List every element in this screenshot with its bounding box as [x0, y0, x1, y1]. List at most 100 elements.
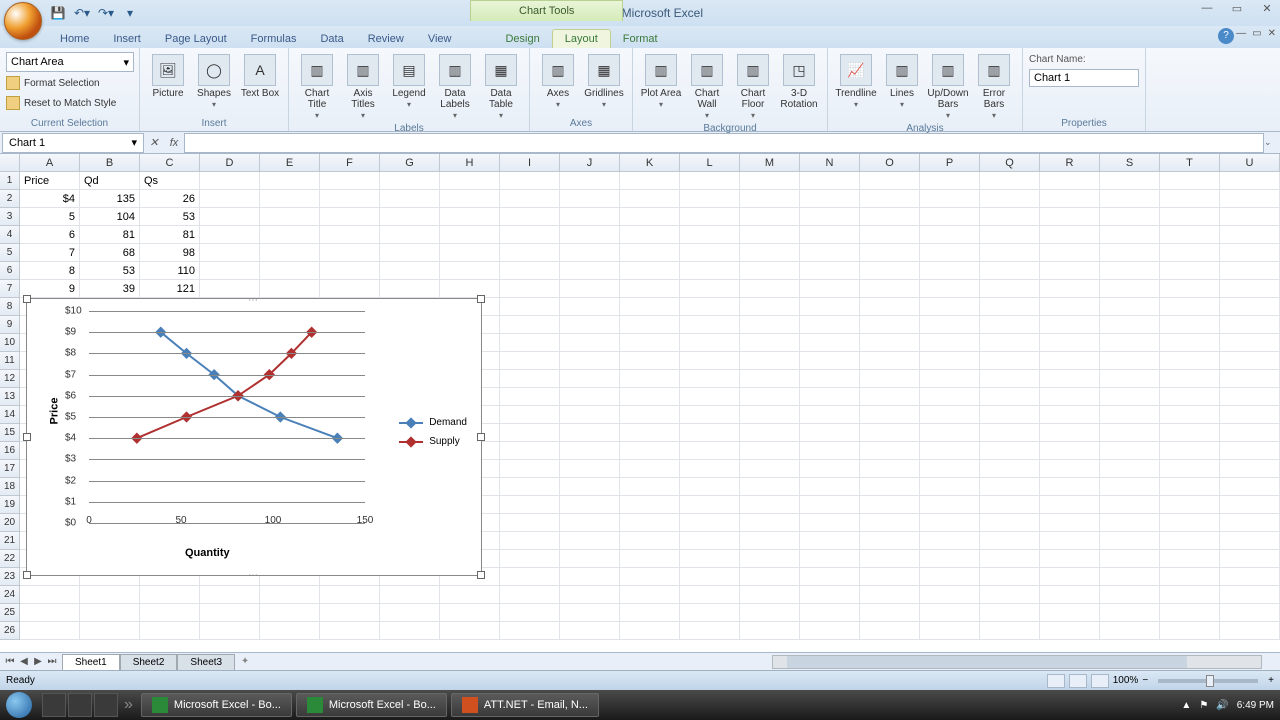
cell[interactable] [800, 424, 860, 442]
cell[interactable] [980, 496, 1040, 514]
column-header[interactable]: E [260, 154, 320, 171]
cell[interactable] [1100, 280, 1160, 298]
cell[interactable] [1100, 226, 1160, 244]
cell[interactable] [980, 604, 1040, 622]
sheet-nav-last-icon[interactable]: ⏭ [46, 656, 58, 667]
cell[interactable] [620, 370, 680, 388]
redo-icon[interactable]: ↷▾ [96, 4, 116, 22]
taskbar-item-excel[interactable]: Microsoft Excel - Bo... [296, 693, 447, 717]
cell[interactable] [680, 442, 740, 460]
cell[interactable] [920, 208, 980, 226]
cell[interactable] [260, 586, 320, 604]
cell[interactable] [1160, 532, 1220, 550]
cell[interactable] [980, 244, 1040, 262]
cell[interactable]: 6 [20, 226, 80, 244]
tray-icon[interactable]: ▲ [1181, 700, 1191, 711]
tab-home[interactable]: Home [48, 30, 101, 48]
cell[interactable] [620, 622, 680, 640]
cell[interactable] [740, 514, 800, 532]
cell[interactable] [800, 172, 860, 190]
cell[interactable] [1100, 334, 1160, 352]
worksheet-grid[interactable]: ABCDEFGHIJKLMNOPQRSTU 123456789101112131… [0, 154, 1280, 652]
cell[interactable] [1100, 424, 1160, 442]
cell[interactable] [500, 496, 560, 514]
cell[interactable] [620, 226, 680, 244]
cell[interactable] [740, 352, 800, 370]
column-header[interactable]: Q [980, 154, 1040, 171]
cell[interactable] [380, 226, 440, 244]
cell[interactable] [740, 478, 800, 496]
zoom-level[interactable]: 100% [1113, 675, 1139, 686]
updown-bars-button[interactable]: ▥Up/Down Bars [926, 50, 970, 121]
cell[interactable] [860, 532, 920, 550]
zoom-in-button[interactable]: + [1268, 675, 1274, 686]
column-header[interactable]: T [1160, 154, 1220, 171]
cell[interactable] [500, 442, 560, 460]
cell[interactable] [620, 424, 680, 442]
cell[interactable] [1040, 226, 1100, 244]
cell[interactable] [1220, 586, 1280, 604]
cell[interactable] [560, 316, 620, 334]
cell[interactable] [1220, 406, 1280, 424]
cell[interactable] [980, 262, 1040, 280]
cell[interactable]: 110 [140, 262, 200, 280]
cell[interactable] [1160, 496, 1220, 514]
cell[interactable] [1160, 262, 1220, 280]
cell[interactable] [860, 388, 920, 406]
cell[interactable] [560, 388, 620, 406]
chart-name-input[interactable] [1029, 69, 1139, 87]
row-header[interactable]: 22 [0, 550, 20, 568]
cell[interactable] [920, 424, 980, 442]
cell[interactable] [860, 190, 920, 208]
cell[interactable] [440, 280, 500, 298]
cell[interactable]: 68 [80, 244, 140, 262]
cell[interactable] [860, 568, 920, 586]
cell[interactable] [980, 550, 1040, 568]
cell[interactable] [1040, 352, 1100, 370]
cell[interactable] [920, 190, 980, 208]
cell[interactable] [560, 532, 620, 550]
cell[interactable] [260, 622, 320, 640]
cell[interactable] [500, 352, 560, 370]
cell[interactable] [800, 316, 860, 334]
cell[interactable] [440, 262, 500, 280]
pinned-app-icon[interactable] [94, 693, 118, 717]
cell[interactable] [800, 622, 860, 640]
cell[interactable] [680, 316, 740, 334]
resize-handle[interactable] [477, 295, 485, 303]
resize-handle[interactable] [23, 571, 31, 579]
cell[interactable] [320, 280, 380, 298]
cell[interactable] [620, 316, 680, 334]
cell[interactable] [800, 334, 860, 352]
cell[interactable] [740, 226, 800, 244]
cell[interactable] [680, 406, 740, 424]
cell[interactable] [740, 406, 800, 424]
cell[interactable]: 39 [80, 280, 140, 298]
cell[interactable] [800, 568, 860, 586]
cell[interactable] [740, 460, 800, 478]
cell[interactable] [320, 262, 380, 280]
rotation-button[interactable]: ◳3-D Rotation [777, 50, 821, 110]
zoom-out-button[interactable]: − [1142, 675, 1148, 686]
cell[interactable] [1040, 568, 1100, 586]
sheet-nav-first-icon[interactable]: ⏮ [4, 656, 16, 667]
cell[interactable] [740, 424, 800, 442]
cell[interactable] [1100, 352, 1160, 370]
cell[interactable] [620, 208, 680, 226]
cell[interactable] [1100, 604, 1160, 622]
cell[interactable] [680, 496, 740, 514]
cell[interactable] [920, 244, 980, 262]
sheet-nav-next-icon[interactable]: ▶ [32, 656, 44, 667]
cell[interactable] [320, 622, 380, 640]
cell[interactable] [680, 586, 740, 604]
cell[interactable] [1220, 424, 1280, 442]
cell[interactable] [680, 460, 740, 478]
cell[interactable] [860, 226, 920, 244]
cell[interactable] [680, 388, 740, 406]
cell[interactable] [1100, 388, 1160, 406]
cell[interactable] [740, 244, 800, 262]
cell[interactable] [560, 334, 620, 352]
cell[interactable] [1040, 496, 1100, 514]
cell[interactable] [80, 622, 140, 640]
cell[interactable] [560, 604, 620, 622]
